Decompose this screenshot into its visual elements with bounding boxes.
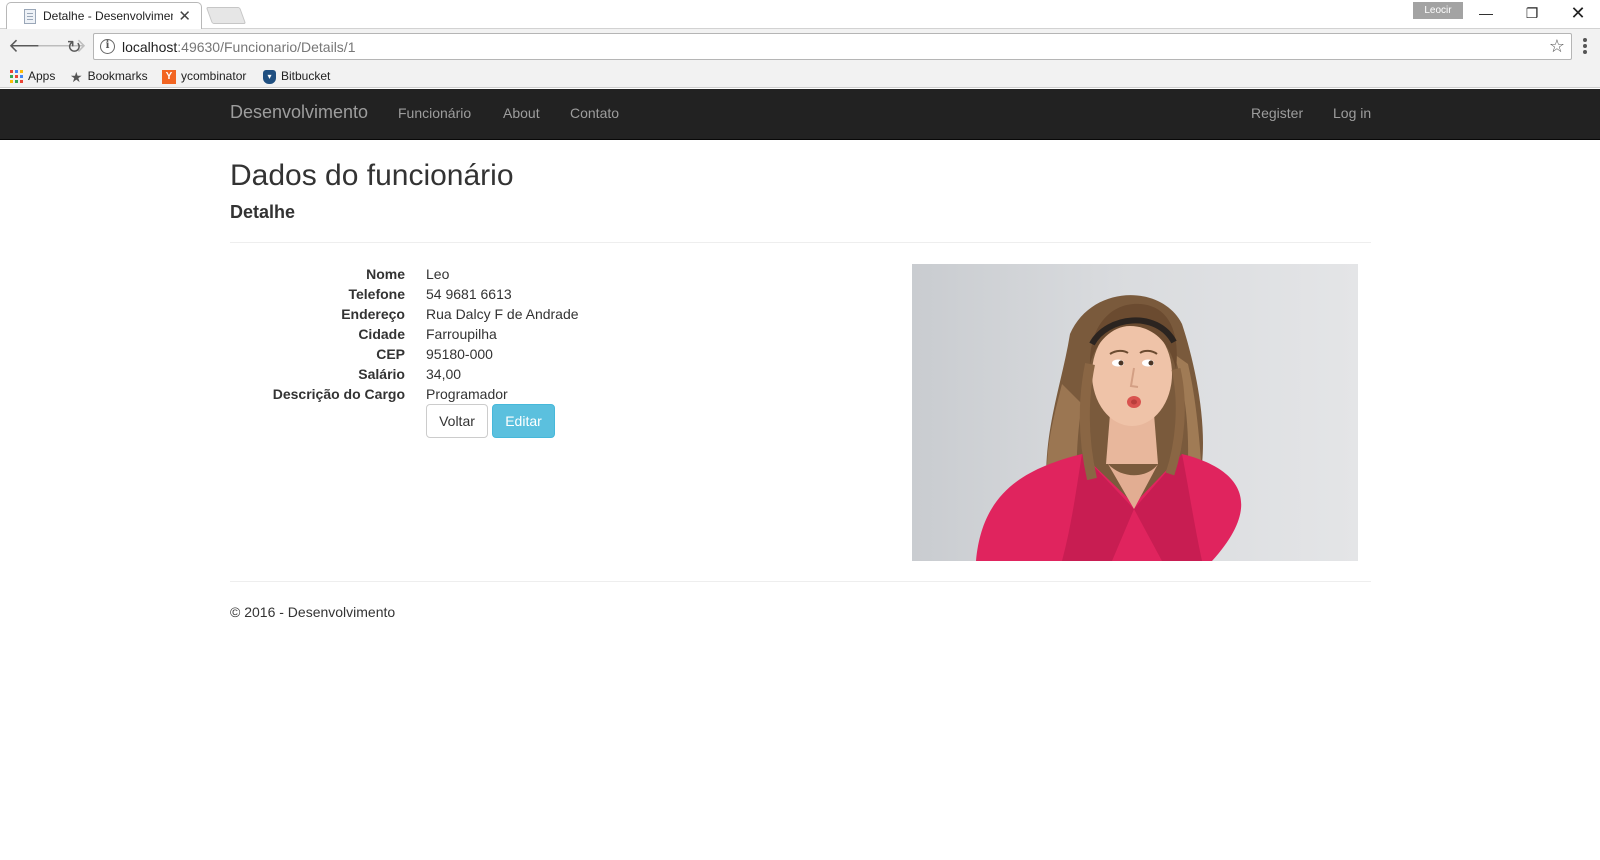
- bookmark-label: Bookmarks: [87, 69, 148, 83]
- bookmark-label: Bitbucket: [281, 69, 331, 83]
- profile-badge[interactable]: Leocir: [1413, 2, 1463, 19]
- divider: [230, 242, 1371, 243]
- ycombinator-icon: Y: [162, 69, 176, 84]
- detail-label: Cidade: [358, 326, 405, 342]
- browser-toolbar: 🡐 🡒 ↻ i localhost:49630/Funcionario/Deta…: [0, 29, 1600, 64]
- employee-photo: [912, 264, 1358, 561]
- detail-value: Rua Dalcy F de Andrade: [426, 306, 579, 322]
- detail-label: Salário: [358, 366, 405, 382]
- detail-label: Descrição do Cargo: [272, 386, 405, 402]
- browser-tabstrip: Detalhe - Desenvolvimento ✕ Leocir — ❐ ✕: [0, 0, 1600, 29]
- nav-link-register[interactable]: Register: [1251, 105, 1303, 121]
- bookmark-label: ycombinator: [181, 69, 247, 83]
- navbar-brand[interactable]: Desenvolvimento: [230, 102, 368, 123]
- forward-arrow-icon[interactable]: 🡒: [36, 37, 87, 57]
- new-tab-button[interactable]: [205, 7, 247, 24]
- divider: [230, 581, 1371, 582]
- maximize-button[interactable]: ❐: [1510, 2, 1554, 24]
- detail-label: CEP: [376, 346, 405, 362]
- detail-value: 54 9681 6613: [426, 286, 512, 302]
- page-icon: [24, 9, 36, 24]
- url-text[interactable]: localhost:49630/Funcionario/Details/1: [122, 39, 356, 55]
- info-icon[interactable]: i: [100, 39, 115, 54]
- tab-title: Detalhe - Desenvolvimento: [43, 9, 173, 23]
- reload-icon[interactable]: ↻: [64, 37, 84, 57]
- minimize-button[interactable]: —: [1464, 2, 1508, 24]
- star-icon: ★: [70, 68, 83, 85]
- bookmark-star-icon[interactable]: ☆: [1549, 36, 1565, 57]
- page-title: Dados do funcionário: [230, 159, 514, 192]
- detail-label: Telefone: [348, 286, 405, 302]
- back-button[interactable]: Voltar: [426, 404, 488, 438]
- detail-label: Nome: [366, 266, 405, 282]
- bookmark-label: Apps: [28, 69, 56, 83]
- bookmarks-bar: Apps ★ Bookmarks Yycombinator ▾ Bitbucket: [0, 64, 1600, 88]
- address-bar[interactable]: i localhost:49630/Funcionario/Details/1 …: [93, 33, 1572, 60]
- bookmark-bitbucket[interactable]: ▾ Bitbucket: [263, 66, 330, 86]
- detail-label: Endereço: [341, 306, 405, 322]
- employee-photo-illustration: [976, 295, 1242, 561]
- bitbucket-icon: ▾: [263, 69, 276, 84]
- nav-link-about[interactable]: About: [503, 105, 540, 121]
- back-arrow-icon[interactable]: 🡐: [8, 37, 59, 57]
- tab-close-icon[interactable]: ✕: [178, 7, 191, 25]
- page-subtitle: Detalhe: [230, 202, 296, 222]
- close-window-button[interactable]: ✕: [1556, 2, 1600, 24]
- footer-text: © 2016 - Desenvolvimento: [230, 604, 396, 620]
- site-navbar: Desenvolvimento Funcionário About Contat…: [0, 89, 1600, 140]
- detail-value: Programador: [426, 386, 508, 402]
- detail-value: 34,00: [426, 366, 462, 382]
- url-host: localhost: [122, 39, 178, 55]
- bookmark-apps[interactable]: Apps: [10, 66, 55, 86]
- detail-value: 95180-000: [426, 346, 493, 362]
- url-path: :49630/Funcionario/Details/1: [177, 39, 356, 55]
- detail-value: Farroupilha: [426, 326, 497, 342]
- edit-button[interactable]: Editar: [492, 404, 555, 438]
- apps-grid-icon: [10, 70, 23, 84]
- nav-link-contato[interactable]: Contato: [570, 105, 619, 121]
- bookmark-bookmarks[interactable]: ★ Bookmarks: [70, 66, 148, 86]
- nav-link-funcionario[interactable]: Funcionário: [398, 105, 471, 121]
- detail-value: Leo: [426, 266, 450, 282]
- browser-tab[interactable]: Detalhe - Desenvolvimento ✕: [6, 2, 202, 29]
- nav-link-login[interactable]: Log in: [1333, 105, 1371, 121]
- browser-menu-icon[interactable]: [1578, 38, 1592, 56]
- bookmark-ycombinator[interactable]: Yycombinator: [162, 66, 246, 86]
